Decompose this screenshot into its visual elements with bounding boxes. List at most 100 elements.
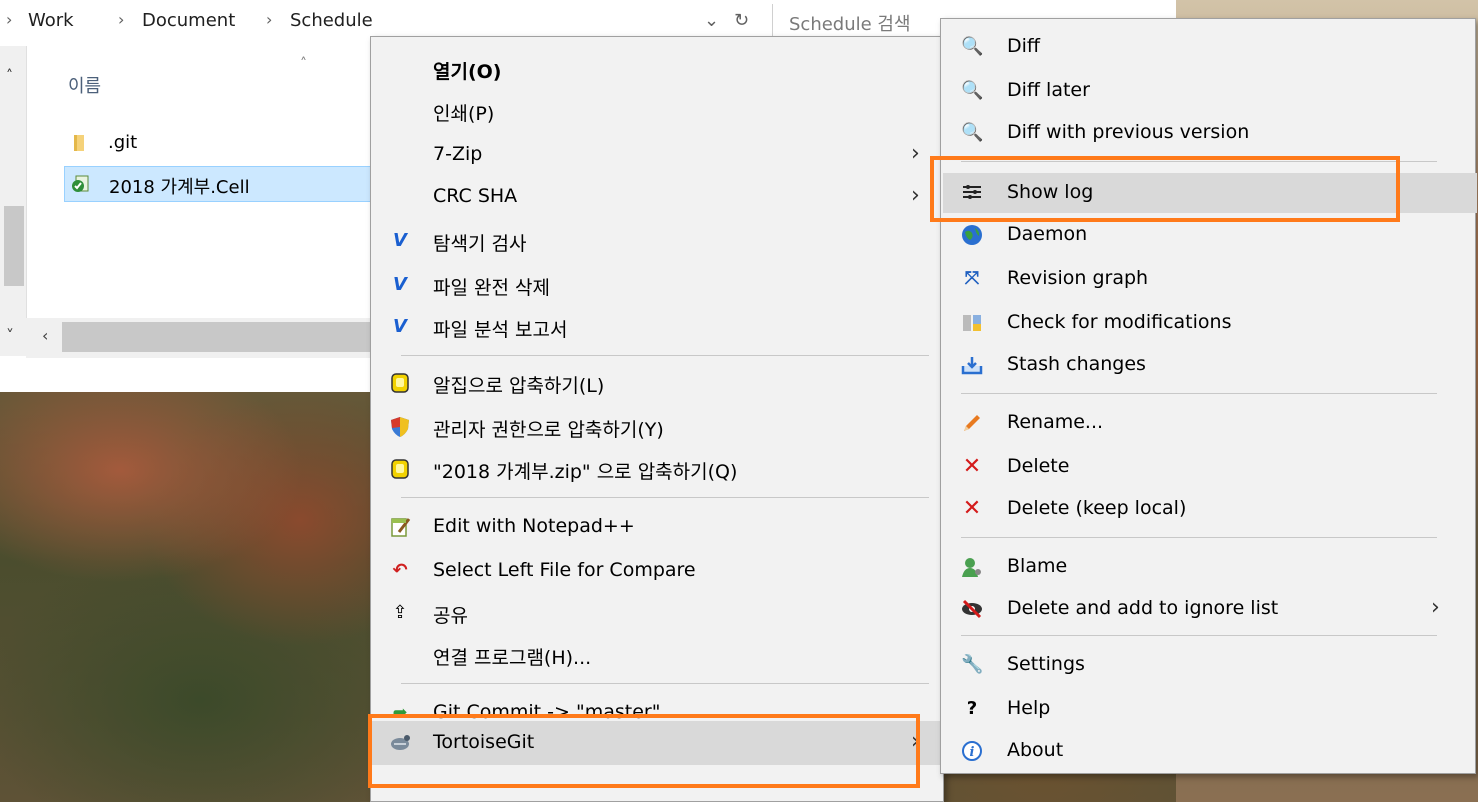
menu-item-label: Select Left File for Compare [433, 559, 696, 581]
menu-item-compress-to-zip[interactable]: "2018 가계부.zip" 으로 압축하기(Q) [371, 449, 943, 489]
share-icon: ⇪ [392, 602, 408, 623]
folder-icon [74, 135, 84, 151]
menu-item-v3-scan[interactable]: V 탐색기 검사 [371, 221, 943, 261]
search-placeholder: Schedule 검색 [789, 14, 911, 35]
ignore-icon [962, 599, 982, 619]
menu-item-check-modifications[interactable]: Check for modifications [943, 303, 1477, 343]
menu-separator [961, 537, 1437, 538]
menu-item-open-with[interactable]: 연결 프로그램(H)... [371, 635, 943, 675]
menu-item-select-left-compare[interactable]: ↶ Select Left File for Compare [371, 551, 943, 591]
menu-item-help[interactable]: ? Help [943, 689, 1477, 729]
file-row-cell[interactable]: 2018 가계부.Cell [64, 166, 374, 202]
menu-item-label: 파일 완전 삭제 [433, 277, 550, 299]
navigation-pane-scrollbar[interactable]: ˄ [0, 46, 27, 356]
scrollbar-thumb[interactable] [4, 206, 24, 286]
magnifier-icon: 🔍 [961, 122, 984, 143]
menu-separator [961, 393, 1437, 394]
menu-item-label: Stash changes [1007, 353, 1146, 375]
menu-item-delete[interactable]: ✕ Delete [943, 447, 1477, 487]
menu-item-label: CRC SHA [433, 185, 518, 207]
menu-separator [401, 355, 929, 356]
scroll-left-icon[interactable]: ‹ [42, 326, 48, 345]
wrench-icon: 🔧 [961, 654, 984, 675]
highlight-box-tortoisegit [368, 714, 920, 788]
file-name: .git [108, 132, 138, 153]
file-row-git[interactable]: .git [64, 126, 374, 162]
file-name: 2018 가계부.Cell [109, 177, 250, 198]
address-dropdown-icon[interactable]: ⌄ [704, 10, 719, 31]
red-x-icon: ✕ [962, 496, 982, 521]
admin-shield-icon [391, 417, 409, 437]
stash-icon [961, 357, 983, 375]
menu-item-blame[interactable]: Blame [943, 547, 1477, 587]
menu-separator [961, 635, 1437, 636]
menu-item-label: About [1007, 739, 1064, 761]
menu-item-diff-previous[interactable]: 🔍 Diff with previous version [943, 113, 1477, 153]
svg-text:i: i [970, 745, 975, 760]
menu-item-label: Delete [1007, 455, 1070, 477]
menu-item-label: 관리자 권한으로 압축하기(Y) [433, 419, 664, 441]
menu-item-label: 탐색기 검사 [433, 233, 527, 255]
chevron-down-icon[interactable]: ˅ [6, 326, 14, 345]
menu-item-shred[interactable]: V 파일 완전 삭제 [371, 265, 943, 305]
menu-item-analysis-report[interactable]: V 파일 분석 보고서 [371, 307, 943, 347]
breadcrumb-separator-icon: › [266, 10, 273, 29]
menu-separator [401, 683, 929, 684]
menu-item-delete-add-ignore[interactable]: Delete and add to ignore list › [943, 589, 1477, 629]
breadcrumb-document[interactable]: Document [142, 10, 235, 31]
sort-ascending-icon: ˄ [300, 56, 307, 72]
column-header-name[interactable]: 이름 [68, 72, 101, 98]
menu-item-print[interactable]: 인쇄(P) [371, 91, 943, 131]
menu-item-label: Diff [1007, 35, 1040, 57]
menu-item-alzip-compress[interactable]: 알집으로 압축하기(L) [371, 363, 943, 403]
menu-item-label: Help [1007, 697, 1051, 719]
menu-item-settings[interactable]: 🔧 Settings [943, 645, 1477, 685]
menu-item-about[interactable]: i About [943, 731, 1477, 771]
breadcrumb-work[interactable]: Work [28, 10, 74, 31]
menu-item-delete-keep-local[interactable]: ✕ Delete (keep local) [943, 489, 1477, 529]
check-mods-icon [963, 315, 981, 331]
highlight-box-show-log [930, 156, 1400, 222]
info-icon: i [962, 741, 982, 761]
scroll-up-icon[interactable]: ˄ [6, 68, 13, 84]
menu-item-label: 공유 [433, 605, 468, 627]
tortoisegit-submenu: 🔍 Diff 🔍 Diff later 🔍 Diff with previous… [940, 18, 1477, 774]
menu-item-label: Revision graph [1007, 267, 1149, 289]
menu-item-share[interactable]: ⇪ 공유 [371, 593, 943, 633]
menu-item-revision-graph[interactable]: ⤧ Revision graph [943, 259, 1477, 299]
menu-item-stash-changes[interactable]: Stash changes [943, 345, 1477, 385]
menu-item-rename[interactable]: Rename... [943, 403, 1477, 443]
magnifier-icon: 🔍 [961, 36, 984, 57]
menu-item-label: Check for modifications [1007, 311, 1232, 333]
chevron-right-icon: › [911, 183, 920, 208]
context-menu: 열기(O) 인쇄(P) 7-Zip › CRC SHA › V 탐색기 검사 V… [370, 36, 944, 802]
menu-item-7zip[interactable]: 7-Zip › [371, 135, 943, 175]
revision-graph-icon: ⤧ [964, 268, 980, 289]
menu-item-label: Diff later [1007, 79, 1090, 101]
menu-item-crc-sha[interactable]: CRC SHA › [371, 177, 943, 217]
chevron-right-icon: › [1431, 595, 1440, 620]
menu-item-open[interactable]: 열기(O) [371, 49, 943, 89]
menu-item-label: 열기(O) [433, 61, 502, 83]
magnifier-icon: 🔍 [961, 80, 984, 101]
v3-icon: V [393, 230, 407, 251]
pencil-icon [964, 415, 980, 431]
menu-item-admin-compress[interactable]: 관리자 권한으로 압축하기(Y) [371, 407, 943, 447]
breadcrumb-schedule[interactable]: Schedule [290, 10, 373, 31]
red-x-icon: ✕ [962, 454, 982, 479]
refresh-icon[interactable]: ↻ [734, 10, 749, 31]
menu-item-label: Delete (keep local) [1007, 497, 1187, 519]
menu-item-label: "2018 가계부.zip" 으로 압축하기(Q) [433, 461, 738, 483]
v3-shred-icon: V [393, 274, 407, 295]
menu-item-diff-later[interactable]: 🔍 Diff later [943, 71, 1477, 111]
menu-item-label: 알집으로 압축하기(L) [433, 375, 605, 397]
menu-item-diff[interactable]: 🔍 Diff [943, 27, 1477, 67]
scrollbar-thumb[interactable] [62, 322, 376, 352]
menu-item-label: Daemon [1007, 223, 1088, 245]
blame-icon [962, 558, 981, 577]
horizontal-scrollbar[interactable]: ‹ [26, 318, 376, 358]
menu-item-label: 연결 프로그램(H)... [433, 647, 592, 669]
menu-item-notepadpp[interactable]: Edit with Notepad++ [371, 507, 943, 547]
menu-item-label: 7-Zip [433, 143, 483, 165]
menu-item-label: 인쇄(P) [433, 103, 495, 125]
